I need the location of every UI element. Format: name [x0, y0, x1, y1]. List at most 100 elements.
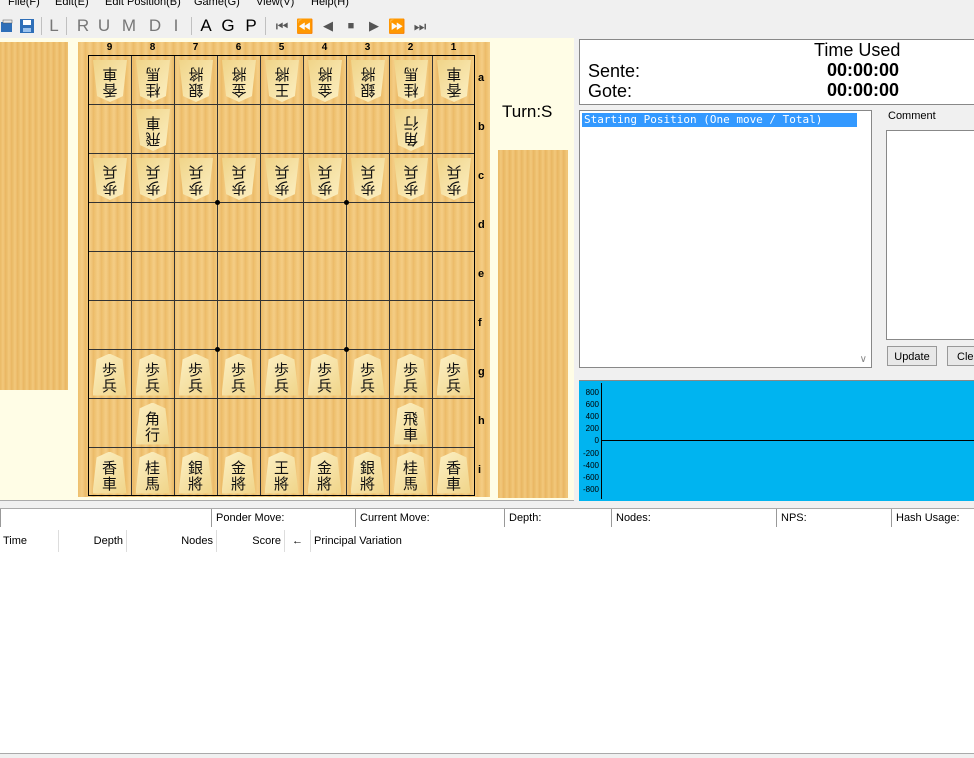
sente-piece[interactable]: 香車: [436, 451, 471, 494]
gote-piece[interactable]: 歩兵: [93, 158, 127, 200]
gote-piece[interactable]: 歩兵: [265, 158, 299, 200]
gote-piece[interactable]: 歩兵: [308, 158, 342, 200]
sente-piece[interactable]: 角行: [135, 402, 170, 445]
sente-piece[interactable]: 桂馬: [135, 451, 170, 494]
piece-char-bottom: 行: [403, 113, 419, 132]
depth-status: Depth:: [504, 509, 611, 527]
column-depth[interactable]: Depth: [59, 530, 127, 552]
toolbar-p-button[interactable]: P: [243, 16, 259, 36]
first-move-icon[interactable]: ⏮: [272, 16, 292, 36]
rank-label: b: [478, 120, 485, 133]
sente-piece[interactable]: 金將: [307, 451, 342, 494]
toolbar-g-button[interactable]: G: [220, 16, 236, 36]
hash-usage-status: Hash Usage:: [891, 509, 974, 527]
gote-piece[interactable]: 歩兵: [222, 158, 256, 200]
back-many-icon[interactable]: ⏪: [295, 16, 315, 36]
sente-piece[interactable]: 歩兵: [436, 353, 471, 396]
piece-char-bottom: 兵: [101, 376, 117, 395]
gote-piece[interactable]: 金將: [222, 60, 256, 102]
sente-piece[interactable]: 歩兵: [350, 353, 385, 396]
piece-char-top: 桂: [403, 80, 419, 99]
sente-piece[interactable]: 歩兵: [178, 353, 213, 396]
sente-piece[interactable]: 歩兵: [221, 353, 256, 396]
gote-piece[interactable]: 歩兵: [179, 158, 213, 200]
gote-piece[interactable]: 歩兵: [437, 158, 471, 200]
update-button[interactable]: Update: [887, 346, 937, 366]
menu-bar: File(F) Edit(E) Edit Position(B) Game(G)…: [0, 0, 974, 14]
gote-piece[interactable]: 桂馬: [394, 60, 428, 102]
gote-piece[interactable]: 桂馬: [136, 60, 170, 102]
gote-piece[interactable]: 歩兵: [394, 158, 428, 200]
scroll-down-icon[interactable]: ∨: [860, 354, 867, 365]
toolbar-u-button[interactable]: U: [96, 16, 112, 36]
piece-char-bottom: 兵: [317, 162, 333, 181]
gote-piece[interactable]: 銀將: [179, 60, 213, 102]
turn-indicator: Turn:S: [502, 102, 553, 121]
stop-icon[interactable]: ■: [341, 16, 361, 36]
graph-tick-label: 200: [585, 424, 599, 434]
back-one-icon[interactable]: ◀: [318, 16, 338, 36]
column-time[interactable]: Time: [0, 530, 59, 552]
gote-piece[interactable]: 飛車: [136, 109, 170, 151]
save-file-icon[interactable]: [19, 18, 35, 34]
sente-piece[interactable]: 歩兵: [307, 353, 342, 396]
toolbar-r-button[interactable]: R: [76, 16, 90, 36]
piece-char-top: 歩: [274, 178, 290, 197]
piece-char-bottom: 兵: [102, 162, 118, 181]
sente-piece[interactable]: 王將: [264, 451, 299, 494]
menu-help[interactable]: Help(H): [311, 0, 349, 8]
gote-piece[interactable]: 王將: [265, 60, 299, 102]
sente-piece[interactable]: 歩兵: [264, 353, 299, 396]
column-score[interactable]: Score: [217, 530, 285, 552]
toolbar-l-button[interactable]: L: [47, 16, 61, 36]
move-list-item[interactable]: Starting Position (One move / Total): [582, 113, 857, 127]
sente-piece[interactable]: 銀將: [178, 451, 213, 494]
toolbar-i-button[interactable]: I: [171, 16, 181, 36]
gote-piece[interactable]: 角行: [394, 109, 428, 151]
sente-piece-stand[interactable]: [498, 150, 568, 498]
move-list[interactable]: Starting Position (One move / Total) ∨: [579, 110, 872, 368]
gote-piece[interactable]: 香車: [93, 60, 127, 102]
gote-piece[interactable]: 香車: [437, 60, 471, 102]
gote-piece[interactable]: 歩兵: [136, 158, 170, 200]
sente-piece[interactable]: 桂馬: [393, 451, 428, 494]
piece-char-bottom: 將: [360, 64, 376, 83]
sente-piece[interactable]: 飛車: [393, 402, 428, 445]
column-principal-variation[interactable]: Principal Variation: [311, 530, 974, 552]
evaluation-graph[interactable]: 800 600 400 200 0 -200 -400 -600 -800: [579, 380, 974, 501]
open-file-icon[interactable]: [0, 18, 16, 34]
file-label: 6: [235, 42, 242, 53]
sente-piece[interactable]: 歩兵: [135, 353, 170, 396]
menu-edit-position[interactable]: Edit Position(B): [105, 0, 181, 8]
gote-piece[interactable]: 金將: [308, 60, 342, 102]
gote-piece[interactable]: 歩兵: [351, 158, 385, 200]
comment-textarea[interactable]: [886, 130, 974, 340]
analysis-table[interactable]: Time Depth Nodes Score ← Principal Varia…: [0, 527, 974, 754]
clear-button[interactable]: Clear: [947, 346, 974, 366]
piece-char-top: 歩: [230, 360, 246, 379]
sente-piece[interactable]: 歩兵: [393, 353, 428, 396]
gote-time-value: 00:00:00: [827, 80, 900, 100]
toolbar-d-button[interactable]: D: [147, 16, 163, 36]
piece-char-top: 歩: [402, 360, 418, 379]
menu-file[interactable]: File(F): [8, 0, 40, 8]
sente-piece[interactable]: 香車: [92, 451, 127, 494]
menu-edit[interactable]: Edit(E): [55, 0, 89, 8]
nodes-status: Nodes:: [611, 509, 776, 527]
gote-piece[interactable]: 銀將: [351, 60, 385, 102]
grid-line: [389, 56, 390, 495]
menu-view[interactable]: View(V): [256, 0, 294, 8]
toolbar-m-button[interactable]: M: [120, 16, 138, 36]
forward-many-icon[interactable]: ⏩: [387, 16, 407, 36]
toolbar-a-button[interactable]: A: [198, 16, 214, 36]
sente-piece[interactable]: 歩兵: [92, 353, 127, 396]
sente-piece[interactable]: 銀將: [350, 451, 385, 494]
sente-piece[interactable]: 金將: [221, 451, 256, 494]
column-arrow[interactable]: ←: [285, 530, 311, 552]
column-nodes[interactable]: Nodes: [127, 530, 217, 552]
last-move-icon[interactable]: ⏭: [410, 16, 430, 36]
gote-piece-stand[interactable]: [0, 42, 68, 390]
forward-one-icon[interactable]: ▶: [364, 16, 384, 36]
graph-tick-label: 400: [585, 412, 599, 422]
menu-game[interactable]: Game(G): [194, 0, 240, 8]
